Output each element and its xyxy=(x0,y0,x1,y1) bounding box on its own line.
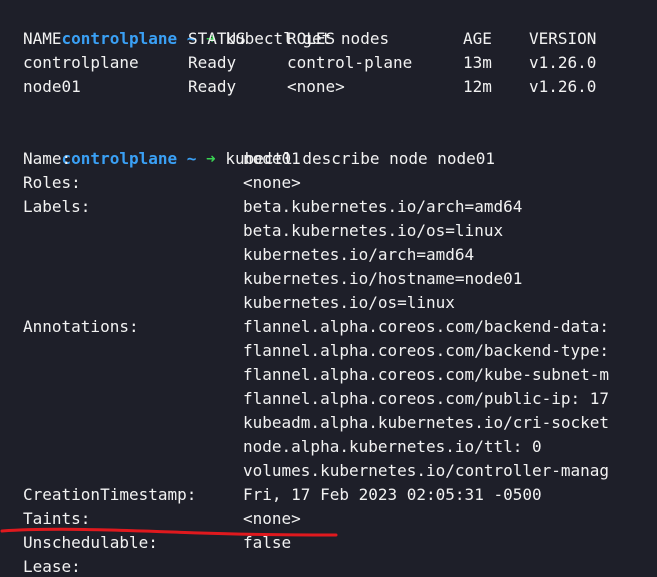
describe-row-annotation-cont: flannel.alpha.coreos.com/public-ip: 17 xyxy=(23,387,657,411)
describe-row-unschedulable: Unschedulable: false xyxy=(23,531,653,555)
field-key: Labels: xyxy=(23,197,91,216)
describe-row-labels: Labels: beta.kubernetes.io/arch=amd64 xyxy=(23,195,653,219)
annotation-value: kubeadm.alpha.kubernetes.io/cri-socket xyxy=(243,413,610,432)
label-value: kubernetes.io/hostname=node01 xyxy=(243,269,523,288)
annotation-value: flannel.alpha.coreos.com/backend-type: xyxy=(243,341,610,360)
nodes-table-header: NAME STATUS ROLES AGE VERSION xyxy=(23,27,643,51)
field-value: <none> xyxy=(243,173,301,192)
describe-row-lease: Lease: xyxy=(23,555,653,577)
annotation-value: volumes.kubernetes.io/controller-manag xyxy=(243,461,610,480)
label-value: beta.kubernetes.io/arch=amd64 xyxy=(243,197,523,216)
label-value: beta.kubernetes.io/os=linux xyxy=(243,221,504,240)
field-value: <none> xyxy=(243,509,301,528)
describe-row-annotations: Annotations: flannel.alpha.coreos.com/ba… xyxy=(23,315,657,339)
field-key: Annotations: xyxy=(23,317,139,336)
describe-row-creation-timestamp: CreationTimestamp: Fri, 17 Feb 2023 02:0… xyxy=(23,483,653,507)
describe-row-label-cont: kubernetes.io/os=linux xyxy=(23,291,653,315)
field-value: Fri, 17 Feb 2023 02:05:31 -0500 xyxy=(243,485,542,504)
node-name: node01 xyxy=(23,77,81,96)
node-version: v1.26.0 xyxy=(529,53,597,72)
table-row: controlplane Ready control-plane 13m v1.… xyxy=(23,51,643,75)
column-header-age: AGE xyxy=(463,29,492,48)
describe-row-annotation-cont: flannel.alpha.coreos.com/backend-type: xyxy=(23,339,657,363)
annotation-value: node.alpha.kubernetes.io/ttl: 0 xyxy=(243,437,542,456)
node-age: 12m xyxy=(463,77,492,96)
describe-row-label-cont: kubernetes.io/arch=amd64 xyxy=(23,243,653,267)
node-version: v1.26.0 xyxy=(529,77,597,96)
column-header-name: NAME xyxy=(23,29,62,48)
node-roles: control-plane xyxy=(287,53,413,72)
annotation-value: flannel.alpha.coreos.com/backend-data: xyxy=(243,317,610,336)
node-name: controlplane xyxy=(23,53,139,72)
node-age: 13m xyxy=(463,53,492,72)
column-header-status: STATUS xyxy=(188,29,246,48)
describe-row-annotation-cont: node.alpha.kubernetes.io/ttl: 0 xyxy=(23,435,657,459)
describe-row-label-cont: kubernetes.io/hostname=node01 xyxy=(23,267,653,291)
describe-row-label-cont: beta.kubernetes.io/os=linux xyxy=(23,219,653,243)
node-status: Ready xyxy=(188,77,237,96)
node-status: Ready xyxy=(188,53,237,72)
field-value: false xyxy=(243,533,292,552)
prompt-line-1: controlplane ~ ➜ kubectl get nodes xyxy=(23,3,390,48)
describe-row-taints: Taints: <none> xyxy=(23,507,653,531)
label-value: kubernetes.io/os=linux xyxy=(243,293,455,312)
annotation-value: flannel.alpha.coreos.com/kube-subnet-m xyxy=(243,365,610,384)
describe-row-annotation-cont: kubeadm.alpha.kubernetes.io/cri-socket xyxy=(23,411,657,435)
field-key: Lease: xyxy=(23,557,81,576)
field-key: Taints: xyxy=(23,509,91,528)
field-key: Roles: xyxy=(23,173,81,192)
table-row: node01 Ready <none> 12m v1.26.0 xyxy=(23,75,643,99)
describe-row-annotation-cont: flannel.alpha.coreos.com/kube-subnet-m xyxy=(23,363,657,387)
describe-row-roles: Roles: <none> xyxy=(23,171,653,195)
terminal-window[interactable]: controlplane ~ ➜ kubectl get nodes NAME … xyxy=(0,0,657,577)
field-key: Unschedulable: xyxy=(23,533,158,552)
prompt-line-2: controlplane ~ ➜ kubectl describe node n… xyxy=(23,123,496,168)
annotation-value: flannel.alpha.coreos.com/public-ip: 17 xyxy=(243,389,610,408)
column-header-version: VERSION xyxy=(529,29,597,48)
field-key: Name: xyxy=(23,149,72,168)
describe-row-name: Name: node01 xyxy=(23,147,653,171)
field-value: node01 xyxy=(243,149,301,168)
label-value: kubernetes.io/arch=amd64 xyxy=(243,245,475,264)
node-roles: <none> xyxy=(287,77,345,96)
field-key: CreationTimestamp: xyxy=(23,485,197,504)
column-header-roles: ROLES xyxy=(287,29,336,48)
describe-row-annotation-cont: volumes.kubernetes.io/controller-manag xyxy=(23,459,657,483)
